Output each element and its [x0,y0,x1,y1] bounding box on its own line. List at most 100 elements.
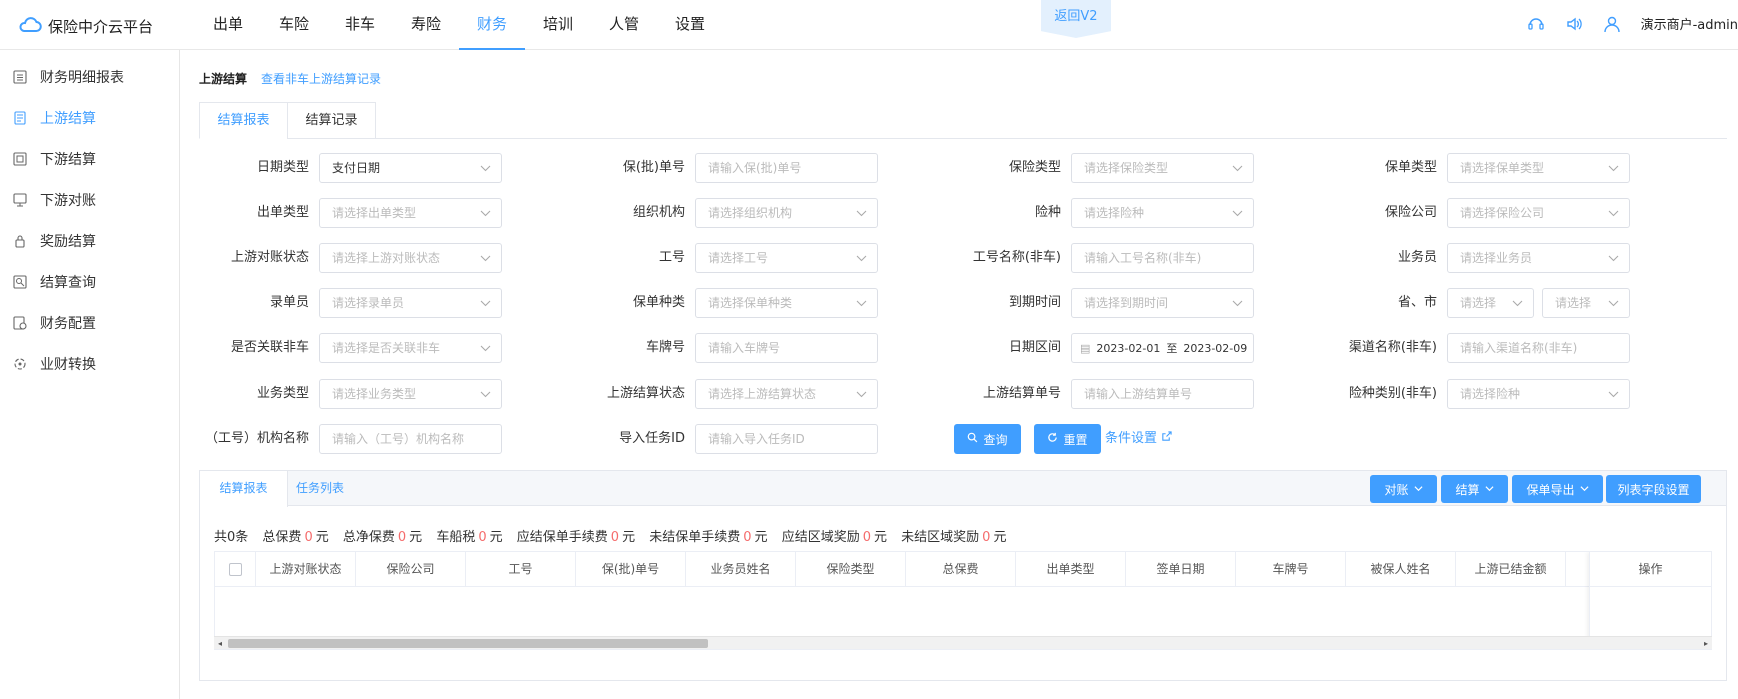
column-header[interactable]: 上游已结金额 [1456,552,1566,587]
chevron-down-icon [1579,482,1589,496]
expiry-select[interactable]: 请选择到期时间 [1071,288,1254,318]
sidebar-item-label: 业财转换 [40,356,96,373]
view-nonvehicle-records-link[interactable]: 查看非车上游结算记录 [261,70,381,87]
panel-tabs: 结算报表 任务列表 对账 结算 保单导出 列表字段设置 [200,471,1726,507]
date-range-picker[interactable]: ▤ 2023-02-01 至 2023-02-09 [1071,333,1254,363]
horizontal-scrollbar[interactable]: ◂ ▸ [214,636,1712,649]
select-all-checkbox[interactable] [229,563,242,576]
column-header[interactable]: 上游对账状态 [256,552,356,587]
org-select[interactable]: 请选择组织机构 [695,198,878,228]
sidebar-item-label: 结算查询 [40,274,96,291]
import-task-id-input[interactable]: 请输入导入任务ID [695,424,878,454]
date-range-label: 日期区间 [1008,340,1061,355]
nav-item-peixun[interactable]: 培训 [525,0,591,50]
channel-name-input[interactable]: 请输入渠道名称(非车) [1447,333,1630,363]
sidebar-item-downstream-reconcile[interactable]: 下游对账 [0,179,179,220]
upstream-settle-status-select[interactable]: 请选择上游结算状态 [695,379,878,409]
insurer-select[interactable]: 请选择保险公司 [1447,198,1630,228]
upstream-settle-no-input[interactable]: 请输入上游结算单号 [1071,379,1254,409]
policy-type-select[interactable]: 请选择保单类型 [1447,153,1630,183]
upstream-reconcile-status-select[interactable]: 请选择上游对账状态 [319,243,502,273]
coverage-select[interactable]: 请选择险种 [1071,198,1254,228]
column-header[interactable]: 出单类型 [1016,552,1126,587]
nav-item-shouxian[interactable]: 寿险 [393,0,459,50]
filter-row: 日期类型 支付日期 保(批)单号 请输入保(批)单号 保险类型 请选择保险类型 … [199,153,1727,183]
column-header[interactable]: 总保费 [906,552,1016,587]
org-name-label: （工号）机构名称 [204,431,309,446]
sidebar-item-finance-config[interactable]: 财务配置 [0,302,179,343]
plate-no-input[interactable]: 请输入车牌号 [695,333,878,363]
reconcile-button[interactable]: 对账 [1370,475,1437,503]
chevron-down-icon [480,380,491,408]
nav-item-chexian[interactable]: 车险 [261,0,327,50]
policy-kind-select[interactable]: 请选择保单种类 [695,288,878,318]
coverage-label: 险种 [1034,205,1061,220]
policy-kind-label: 保单种类 [632,295,685,310]
sidebar-item-label: 奖励结算 [40,233,96,250]
nav-item-shezhi[interactable]: 设置 [657,0,723,50]
back-v2-button[interactable]: 返回V2 [1041,0,1111,38]
job-no-select[interactable]: 请选择工号 [695,243,878,273]
export-policy-button[interactable]: 保单导出 [1512,475,1603,503]
sidebar-item-finance-report[interactable]: 财务明细报表 [0,56,179,97]
nav-item-renguan[interactable]: 人管 [591,0,657,50]
tab-task-list[interactable]: 任务列表 [288,471,352,506]
policy-no-input[interactable]: 请输入保(批)单号 [695,153,878,183]
tab-settle-records[interactable]: 结算记录 [287,102,376,139]
column-header[interactable]: 业务员姓名 [686,552,796,587]
issue-type-select[interactable]: 请选择出单类型 [319,198,502,228]
condition-settings-link[interactable]: 条件设置 [1105,424,1172,454]
user-name[interactable]: 演示商户-admin [1641,14,1738,33]
column-header[interactable]: 保险类型 [796,552,906,587]
city-select[interactable]: 请选择 [1542,288,1630,318]
summary-unsettled-fee: 未结保单手续费 0 元 [649,530,768,545]
chevron-down-icon [1232,199,1243,227]
column-header[interactable]: 保险公司 [356,552,466,587]
tab-settle-report-list[interactable]: 结算报表 [200,471,288,507]
sidebar-item-label: 上游结算 [40,110,96,127]
tab-settle-report[interactable]: 结算报表 [199,102,288,139]
business-type-select[interactable]: 请选择业务类型 [319,379,502,409]
org-name-input[interactable]: 请输入（工号）机构名称 [319,424,502,454]
column-header[interactable]: 保(批)单号 [576,552,686,587]
app-logo[interactable]: 保险中介云平台 [18,14,153,38]
sidebar-item-upstream-settle[interactable]: 上游结算 [0,97,179,138]
user-icon[interactable] [1603,15,1621,33]
sidebar-item-settle-query[interactable]: 结算查询 [0,261,179,302]
convert-icon [13,357,27,371]
date-type-select[interactable]: 支付日期 [319,153,502,183]
coverage-category-select[interactable]: 请选择险种 [1447,379,1630,409]
fixed-operation-column: 操作 [1589,552,1711,649]
scroll-left-icon[interactable]: ◂ [214,638,226,649]
reset-button[interactable]: 重置 [1034,424,1101,454]
sidebar-item-reward-settle[interactable]: 奖励结算 [0,220,179,261]
province-select[interactable]: 请选择 [1447,288,1534,318]
recorder-select[interactable]: 请选择录单员 [319,288,502,318]
support-icon[interactable] [1527,15,1545,33]
nav-item-caiwu[interactable]: 财务 [459,0,525,50]
nav-item-feiche[interactable]: 非车 [327,0,393,50]
query-button[interactable]: 查询 [954,424,1021,454]
column-header[interactable]: 签单日期 [1126,552,1236,587]
column-header[interactable]: 车牌号 [1236,552,1346,587]
sidebar-item-label: 下游结算 [40,151,96,168]
sound-icon[interactable] [1565,15,1583,33]
linked-nonvehicle-select[interactable]: 请选择是否关联非车 [319,333,502,363]
job-name-input[interactable]: 请输入工号名称(非车) [1071,243,1254,273]
insurance-type-select[interactable]: 请选择保险类型 [1071,153,1254,183]
date-range-sep: 至 [1166,342,1178,355]
query-icon [13,274,27,289]
column-header[interactable]: 工号 [466,552,576,587]
sidebar-item-convert[interactable]: 业财转换 [0,343,179,384]
scroll-right-icon[interactable]: ▸ [1700,638,1712,649]
column-header[interactable]: 被保人姓名 [1346,552,1456,587]
column-settings-button[interactable]: 列表字段设置 [1606,475,1701,503]
recorder-label: 录单员 [269,295,309,310]
sidebar-item-downstream-settle[interactable]: 下游结算 [0,138,179,179]
insurance-type-label: 保险类型 [1008,160,1061,175]
settle-button[interactable]: 结算 [1441,475,1508,503]
chevron-down-icon [856,380,867,408]
salesman-select[interactable]: 请选择业务员 [1447,243,1630,273]
scroll-thumb[interactable] [228,639,708,648]
nav-item-chudan[interactable]: 出单 [195,0,261,50]
